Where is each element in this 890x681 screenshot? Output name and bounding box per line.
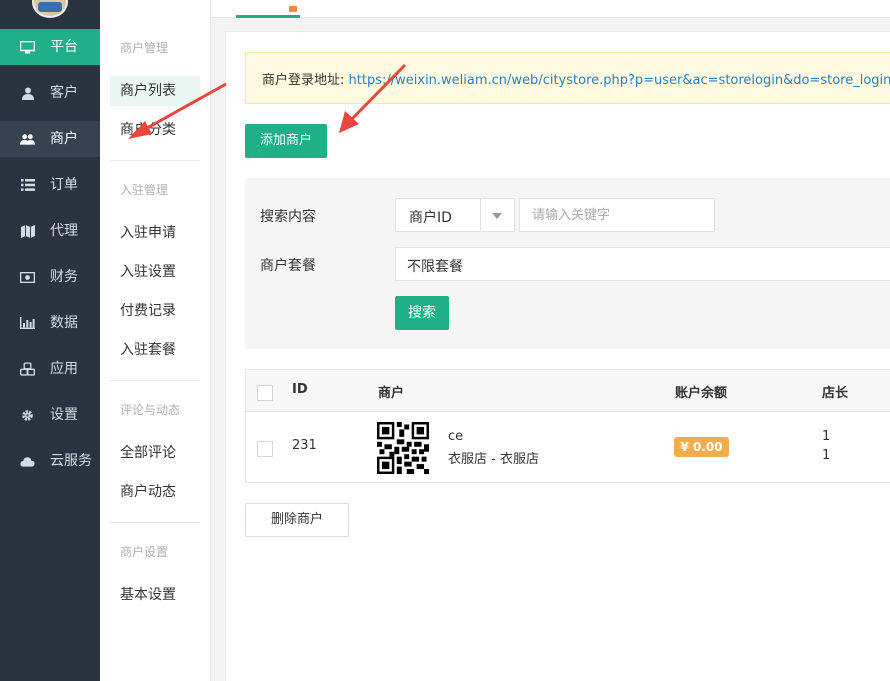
sidebar-item-apps[interactable]: 应用 (0, 351, 100, 387)
sidebar-item-data[interactable]: 数据 (0, 305, 100, 341)
users-icon (20, 132, 35, 146)
cloud-icon (20, 454, 35, 468)
submenu-item-basic-settings[interactable]: 基本设置 (110, 580, 200, 610)
package-label: 商户套餐 (260, 258, 316, 274)
chevron-down-icon[interactable] (492, 213, 502, 219)
gear-icon (20, 408, 35, 422)
row-checkbox[interactable] (257, 441, 273, 457)
column-header-balance: 账户余额 (675, 386, 728, 401)
package-select[interactable]: 不限套餐 (395, 247, 890, 281)
sidebar-item-label: 设置 (50, 407, 78, 423)
submenu-divider (110, 160, 200, 161)
search-button[interactable]: 搜索 (395, 296, 449, 330)
sidebar-item-label: 应用 (50, 361, 78, 377)
submenu-group-title: 评论与动态 (120, 403, 181, 417)
submenu-item-all-comments[interactable]: 全部评论 (110, 438, 200, 468)
sidebar-item-label: 订单 (50, 177, 78, 193)
select-all-checkbox[interactable] (257, 385, 273, 401)
submenu-item-settle-packages[interactable]: 入驻套餐 (110, 335, 200, 365)
sidebar-item-customer[interactable]: 客户 (0, 75, 100, 111)
submenu-group-title: 入驻管理 (120, 183, 169, 197)
submenu-item-merchant-feed[interactable]: 商户动态 (110, 477, 200, 507)
submenu-item-settle-settings[interactable]: 入驻设置 (110, 257, 200, 287)
column-header-id: ID (292, 382, 308, 397)
money-icon (20, 270, 35, 284)
submenu-item-merchant-category[interactable]: 商户分类 (110, 115, 200, 145)
column-header-merchant: 商户 (378, 386, 405, 401)
merchant-name: ce (448, 429, 464, 444)
table-header: ID 商户 账户余额 店长 (246, 370, 890, 412)
column-header-manager: 店长 (822, 386, 849, 401)
merchant-table: ID 商户 账户余额 店长 231 ce 衣服店 - 衣服店 ¥ 0.00 1 … (245, 369, 890, 483)
login-url-notice: 商户登录地址: https://weixin.weliam.cn/web/cit… (245, 52, 890, 104)
submenu-divider (110, 522, 200, 523)
sidebar-item-platform[interactable]: 平台 (0, 29, 100, 65)
notice-label: 商户登录地址: (262, 73, 345, 88)
monitor-icon (20, 40, 35, 54)
submenu-group-title: 商户设置 (120, 545, 169, 559)
sidebar-item-cloud[interactable]: 云服务 (0, 443, 100, 479)
manager-value: 1 (822, 429, 831, 444)
delete-merchant-button[interactable]: 删除商户 (245, 503, 349, 537)
sidebar-item-label: 平台 (50, 39, 78, 55)
search-content-label: 搜索内容 (260, 209, 316, 225)
search-field-value: 商户ID (409, 210, 452, 226)
sidebar-item-settings[interactable]: 设置 (0, 397, 100, 433)
secondary-menu: 商户管理 商户列表 商户分类 入驻管理 入驻申请 入驻设置 付费记录 入驻套餐 … (100, 0, 211, 681)
login-url-link[interactable]: https://weixin.weliam.cn/web/citystore.p… (349, 73, 890, 88)
user-icon (20, 86, 35, 100)
active-tab-indicator[interactable] (236, 15, 300, 18)
sidebar-item-finance[interactable]: 财务 (0, 259, 100, 295)
submenu-divider (110, 380, 200, 381)
sidebar-item-order[interactable]: 订单 (0, 167, 100, 203)
bar-chart-icon (20, 316, 35, 330)
sidebar-item-label: 云服务 (50, 453, 92, 469)
sidebar-item-merchant[interactable]: 商户 (0, 121, 100, 157)
sidebar-item-label: 财务 (50, 269, 78, 285)
sidebar-item-label: 商户 (50, 131, 78, 147)
sidebar-item-label: 代理 (50, 223, 78, 239)
search-field-select[interactable]: 商户ID (395, 198, 515, 232)
sidebar-item-label: 数据 (50, 315, 78, 331)
keyword-input[interactable] (519, 198, 715, 232)
cubes-icon (20, 362, 35, 376)
manager-value: 1 (822, 448, 831, 463)
balance-badge: ¥ 0.00 (674, 437, 729, 457)
sidebar-item-agent[interactable]: 代理 (0, 213, 100, 249)
merchant-id: 231 (292, 438, 317, 453)
top-tab-bar (211, 0, 890, 18)
submenu-item-payment-records[interactable]: 付费记录 (110, 296, 200, 326)
map-icon (20, 224, 35, 238)
logo (32, 0, 68, 18)
qr-code-icon[interactable] (377, 422, 429, 474)
tab-badge (289, 6, 297, 12)
list-icon (20, 178, 35, 192)
sidebar-item-label: 客户 (50, 85, 78, 101)
submenu-item-merchant-list[interactable]: 商户列表 (110, 76, 200, 106)
main-sidebar: 平台 客户 商户 订单 代理 财务 数据 应用 设置 云服务 (0, 0, 100, 681)
merchant-category: 衣服店 - 衣服店 (448, 452, 539, 467)
submenu-item-settle-apply[interactable]: 入驻申请 (110, 218, 200, 248)
select-divider (480, 199, 481, 231)
submenu-group-title: 商户管理 (120, 41, 169, 55)
add-merchant-button[interactable]: 添加商户 (245, 124, 327, 158)
